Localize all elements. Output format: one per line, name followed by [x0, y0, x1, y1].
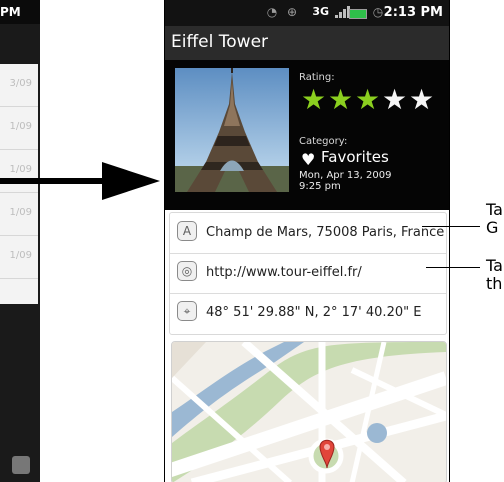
globe-icon: ◎ [177, 261, 197, 281]
location-photo[interactable] [175, 68, 289, 192]
previous-status-bar: PM [0, 0, 40, 24]
previous-status-time: PM [0, 5, 21, 19]
list-item[interactable]: 1/09 [0, 107, 38, 150]
list-item[interactable]: 1/09 [0, 193, 38, 236]
rating-label: Rating: [299, 72, 335, 83]
sync-icon: ◔ [266, 5, 278, 19]
website-link[interactable]: http://www.tour-eiffel.fr/ [206, 265, 362, 280]
rating-stars[interactable]: ★ ★ ★ ★ ★ [301, 86, 441, 116]
visit-time-line: 9:25 pm [299, 181, 341, 192]
eiffel-tower-image [175, 68, 289, 192]
website-row[interactable]: ◎ http://www.tour-eiffel.fr/ [170, 253, 446, 294]
list-item-date: 1/09 [9, 207, 32, 218]
heart-icon: ♥ [301, 150, 316, 169]
list-item[interactable]: 1/09 [0, 236, 38, 279]
callout-line-text: Ta [486, 256, 503, 275]
coordinates-text: 48° 51' 29.88" N, 2° 17' 40.20" E [206, 305, 422, 320]
crosshair-icon: ⌖ [177, 301, 197, 321]
previous-list: 3/09 1/09 1/09 1/09 1/09 [0, 64, 38, 304]
map-image [172, 342, 446, 482]
location-summary: Rating: ★ ★ ★ ★ ★ Category: ♥ Favorites Mon,… [165, 60, 449, 210]
list-item-date: 1/09 [9, 164, 32, 175]
location-info-list: A Champ de Mars, 75008 Paris, France ◎ h… [169, 212, 447, 335]
arrow-head-icon [102, 162, 160, 200]
signal-icon [335, 6, 350, 18]
visit-date-line: Mon, Apr 13, 2009 [299, 170, 392, 181]
navigation-icon: A [177, 221, 197, 241]
coordinates-row[interactable]: ⌖ 48° 51' 29.88" N, 2° 17' 40.20" E [170, 293, 446, 333]
list-item[interactable]: 1/09 [0, 150, 38, 193]
callout-line-text: G [486, 218, 499, 237]
gps-icon: ⊕ [286, 5, 298, 19]
category-label: Category: [299, 136, 348, 147]
battery-icon [349, 9, 367, 19]
location-map[interactable] [171, 341, 447, 482]
callout-line-text: Ta [486, 200, 503, 219]
rating-star-icon[interactable]: ★ [355, 86, 380, 114]
callout-text: Ta th [486, 257, 503, 293]
callout-line-text: th [486, 274, 503, 293]
category-value: Favorites [321, 148, 389, 166]
list-item[interactable]: 3/09 [0, 64, 38, 107]
page-title: Eiffel Tower [171, 32, 269, 52]
status-time: 2:13 PM [383, 5, 443, 20]
network-label: 3G [312, 5, 329, 18]
address-row[interactable]: A Champ de Mars, 75008 Paris, France [170, 213, 446, 254]
list-item-date: 3/09 [9, 78, 32, 89]
callout-line [426, 267, 480, 268]
footer-app-icon[interactable] [12, 456, 30, 474]
rating-star-icon[interactable]: ★ [382, 86, 407, 114]
rating-star-icon[interactable]: ★ [301, 86, 326, 114]
title-bar: Eiffel Tower [165, 26, 449, 60]
callout-text: Ta G [486, 201, 503, 237]
visit-date: Mon, Apr 13, 2009 9:25 pm [299, 170, 397, 192]
status-bar: ◔ ⊕ 3G ◷ 2:13 PM [165, 0, 449, 26]
rating-star-icon[interactable]: ★ [409, 86, 434, 114]
list-item-date: 1/09 [9, 121, 32, 132]
previous-screen: PM 3/09 1/09 1/09 1/09 1/09 [0, 0, 40, 482]
list-item-date: 1/09 [9, 250, 32, 261]
transition-arrow [0, 178, 106, 184]
rating-star-icon[interactable]: ★ [328, 86, 353, 114]
callout-line [422, 226, 480, 227]
address-text: Champ de Mars, 75008 Paris, France [206, 225, 445, 240]
location-detail-screen: ◔ ⊕ 3G ◷ 2:13 PM Eiffel Tower Rating: ★ … [164, 0, 450, 482]
